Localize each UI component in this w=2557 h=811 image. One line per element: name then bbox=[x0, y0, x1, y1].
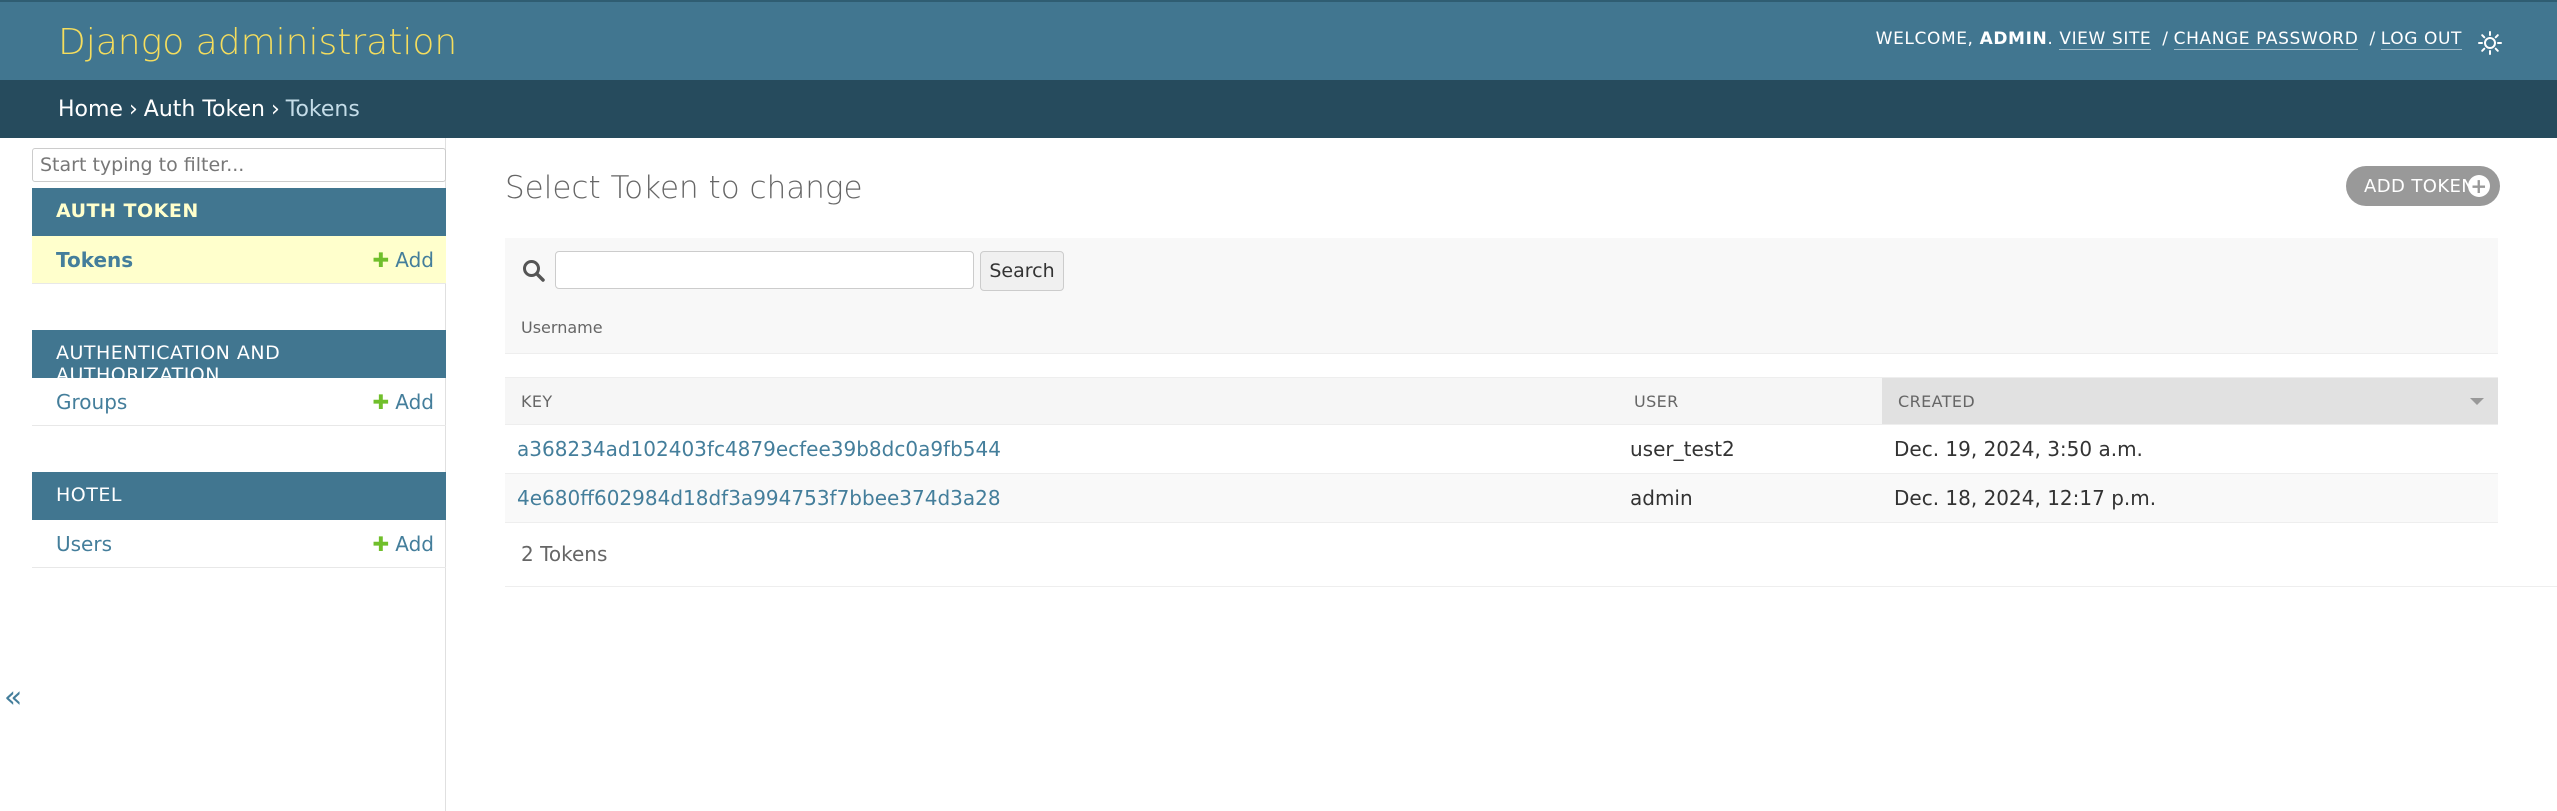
sun-icon[interactable] bbox=[2477, 30, 2503, 56]
table-header-row: KEY USER CREATED bbox=[505, 377, 2498, 425]
add-token-button[interactable]: ADD TOKEN + bbox=[2346, 166, 2500, 206]
site-branding[interactable]: Django administration bbox=[58, 22, 457, 63]
search-help-text: Username bbox=[521, 318, 603, 337]
page-title: Select Token to change bbox=[505, 170, 863, 206]
add-user-link[interactable]: ✚ Add bbox=[373, 532, 435, 556]
change-password-link[interactable]: CHANGE PASSWORD bbox=[2173, 29, 2359, 50]
search-input[interactable] bbox=[555, 251, 974, 289]
nav-filter-input[interactable] bbox=[32, 148, 446, 182]
add-link-label: Add bbox=[395, 248, 434, 272]
changelist-search-toolbar: Search Username bbox=[505, 238, 2498, 354]
app-caption-auth-token[interactable]: AUTH TOKEN bbox=[32, 188, 446, 236]
app-module-auth-token: AUTH TOKEN Tokens ✚ Add bbox=[32, 188, 446, 284]
sidebar-item-users: Users ✚ Add bbox=[32, 520, 446, 568]
column-header-user[interactable]: USER bbox=[1618, 377, 1882, 425]
search-button[interactable]: Search bbox=[980, 251, 1064, 291]
user-tools-separator: / bbox=[2369, 29, 2376, 49]
model-link-users[interactable]: Users bbox=[56, 532, 112, 556]
table-row: a368234ad102403fc4879ecfee39b8dc0a9fb544… bbox=[505, 424, 2498, 474]
table-cell-user: user_test2 bbox=[1618, 424, 1882, 474]
add-link-label: Add bbox=[395, 532, 434, 556]
breadcrumb-app[interactable]: Auth Token bbox=[144, 97, 265, 122]
breadcrumb: Home › Auth Token › Tokens bbox=[0, 80, 2557, 138]
header: Django administration WELCOME, ADMIN. VI… bbox=[0, 0, 2557, 80]
nav-sidebar: AUTH TOKEN Tokens ✚Add AUTHENTICATION AN… bbox=[32, 138, 446, 811]
sidebar-item-groups: Groups ✚ Add bbox=[32, 378, 446, 426]
plus-icon: + bbox=[2468, 175, 2490, 197]
token-key-link[interactable]: a368234ad102403fc4879ecfee39b8dc0a9fb544 bbox=[517, 437, 1001, 461]
log-out-link[interactable]: LOG OUT bbox=[2380, 29, 2462, 50]
add-link-label: Add bbox=[395, 390, 434, 414]
breadcrumb-separator: › bbox=[270, 97, 280, 122]
table-row: 4e680ff602984d18df3a994753f7bbee374d3a28… bbox=[505, 473, 2498, 523]
table-cell-user: admin bbox=[1618, 473, 1882, 523]
site-title[interactable]: Django administration bbox=[58, 22, 457, 63]
table-cell-key: a368234ad102403fc4879ecfee39b8dc0a9fb544 bbox=[505, 424, 1618, 474]
user-tools: WELCOME, ADMIN. VIEW SITE / CHANGE PASSWO… bbox=[1875, 29, 2462, 50]
token-key-link[interactable]: 4e680ff602984d18df3a994753f7bbee374d3a28 bbox=[517, 486, 1001, 510]
add-group-link[interactable]: ✚ Add bbox=[373, 390, 435, 414]
app-module-hotel: HOTEL Users ✚ Add bbox=[32, 472, 446, 568]
collapse-sidebar-icon[interactable]: « bbox=[4, 680, 22, 715]
column-header-created[interactable]: CREATED bbox=[1882, 377, 2498, 425]
breadcrumb-separator: › bbox=[128, 97, 138, 122]
plus-icon: ✚ bbox=[372, 248, 390, 272]
add-token-label: ADD TOKEN bbox=[2364, 176, 2476, 197]
app-module-authentication: AUTHENTICATION AND AUTHORIZATION Groups … bbox=[32, 330, 446, 426]
column-header-key[interactable]: KEY bbox=[505, 377, 1618, 425]
welcome-text: WELCOME, bbox=[1875, 29, 1974, 49]
result-list-table: KEY USER CREATED a368234ad102403fc4879ec… bbox=[505, 377, 2498, 523]
username: ADMIN bbox=[1979, 29, 2048, 49]
app-caption-hotel[interactable]: HOTEL bbox=[32, 472, 446, 520]
model-link-groups[interactable]: Groups bbox=[56, 390, 127, 414]
user-tools-separator: / bbox=[2162, 29, 2169, 49]
model-link-tokens[interactable]: Tokens bbox=[56, 248, 133, 272]
plus-icon: ✚ bbox=[372, 532, 390, 556]
paginator: 2 Tokens bbox=[505, 522, 2557, 587]
sort-descending-icon[interactable] bbox=[2470, 398, 2484, 405]
search-icon bbox=[523, 260, 545, 282]
add-token-link[interactable]: ✚ Add bbox=[373, 248, 435, 272]
breadcrumb-current: Tokens bbox=[285, 97, 360, 122]
table-cell-created: Dec. 19, 2024, 3:50 a.m. bbox=[1882, 424, 2498, 474]
app-caption-authentication[interactable]: AUTHENTICATION AND AUTHORIZATION bbox=[32, 330, 446, 386]
column-header-created-label: CREATED bbox=[1898, 391, 1976, 411]
plus-icon: ✚ bbox=[372, 390, 390, 414]
table-cell-created: Dec. 18, 2024, 12:17 p.m. bbox=[1882, 473, 2498, 523]
sidebar-item-tokens: Tokens ✚ Add bbox=[32, 236, 446, 284]
breadcrumb-home[interactable]: Home bbox=[58, 97, 123, 122]
table-cell-key: 4e680ff602984d18df3a994753f7bbee374d3a28 bbox=[505, 473, 1618, 523]
view-site-link[interactable]: VIEW SITE bbox=[2059, 29, 2152, 50]
